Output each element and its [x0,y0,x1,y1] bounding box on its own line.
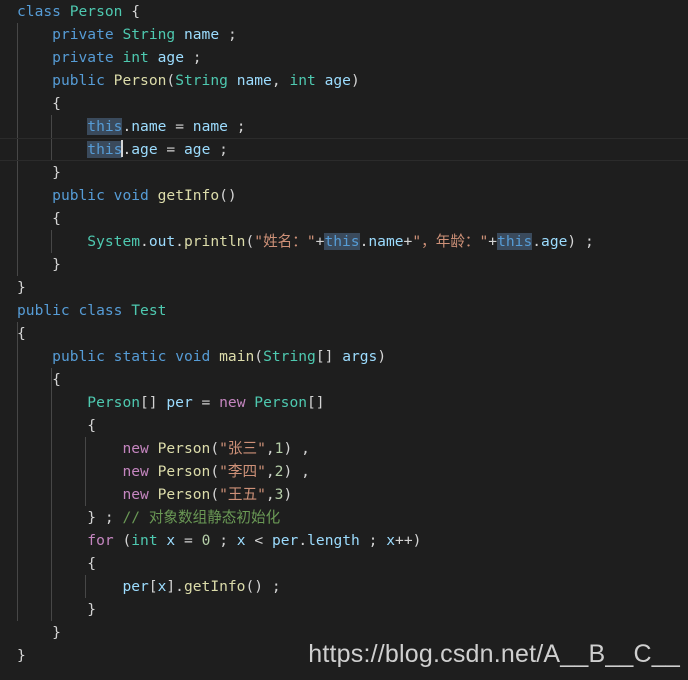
code-line-active[interactable]: this.age = age ; [0,138,688,161]
code-line[interactable]: { [0,368,688,391]
code-editor[interactable]: class Person { private String name ; pri… [0,0,688,680]
code-line[interactable]: { [0,92,688,115]
code-line[interactable]: public Person(String name, int age) [0,69,688,92]
watermark: https://blog.csdn.net/A__B__C__ [308,640,680,668]
code-line[interactable]: } [0,253,688,276]
code-line[interactable]: new Person("李四",2) , [0,460,688,483]
code-line[interactable]: this.name = name ; [0,115,688,138]
code-comment: // 对象数组静态初始化 [122,509,281,526]
code-line[interactable]: Person[] per = new Person[] [0,391,688,414]
code-line[interactable]: new Person("王五",3) [0,483,688,506]
code-line[interactable]: private int age ; [0,46,688,69]
code-line[interactable]: new Person("张三",1) , [0,437,688,460]
code-line[interactable]: } ; // 对象数组静态初始化 [0,506,688,529]
code-line[interactable]: public class Test [0,299,688,322]
code-line[interactable]: System.out.println("姓名："+this.name+"，年龄：… [0,230,688,253]
code-line[interactable]: } [0,161,688,184]
code-line[interactable]: { [0,322,688,345]
code-content[interactable]: class Person { private String name ; pri… [0,0,688,667]
code-line[interactable]: public void getInfo() [0,184,688,207]
code-line[interactable]: private String name ; [0,23,688,46]
code-line[interactable]: { [0,414,688,437]
code-line[interactable]: } [0,276,688,299]
code-line[interactable]: } [0,598,688,621]
code-line[interactable]: for (int x = 0 ; x < per.length ; x++) [0,529,688,552]
code-line[interactable]: public static void main(String[] args) [0,345,688,368]
code-line[interactable]: class Person { [0,0,688,23]
code-line[interactable]: per[x].getInfo() ; [0,575,688,598]
code-line[interactable]: { [0,207,688,230]
code-line[interactable]: { [0,552,688,575]
